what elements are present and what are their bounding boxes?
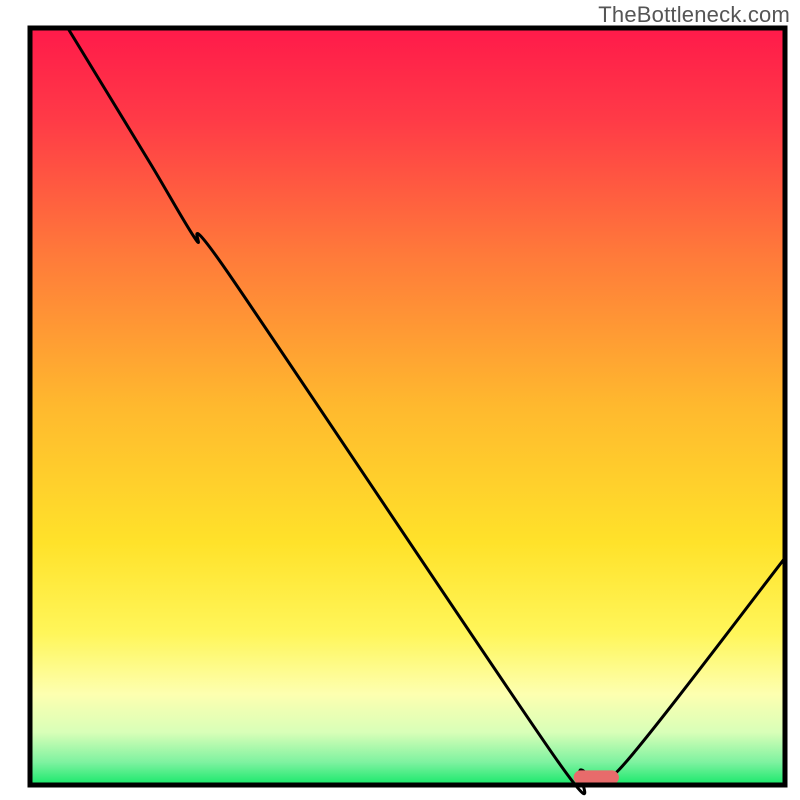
bottleneck-plot [0, 0, 800, 800]
gradient-background [30, 28, 785, 785]
optimal-range-marker [574, 770, 619, 784]
plot-area [30, 28, 785, 794]
watermark-label: TheBottleneck.com [598, 2, 790, 28]
chart-frame: TheBottleneck.com [0, 0, 800, 800]
